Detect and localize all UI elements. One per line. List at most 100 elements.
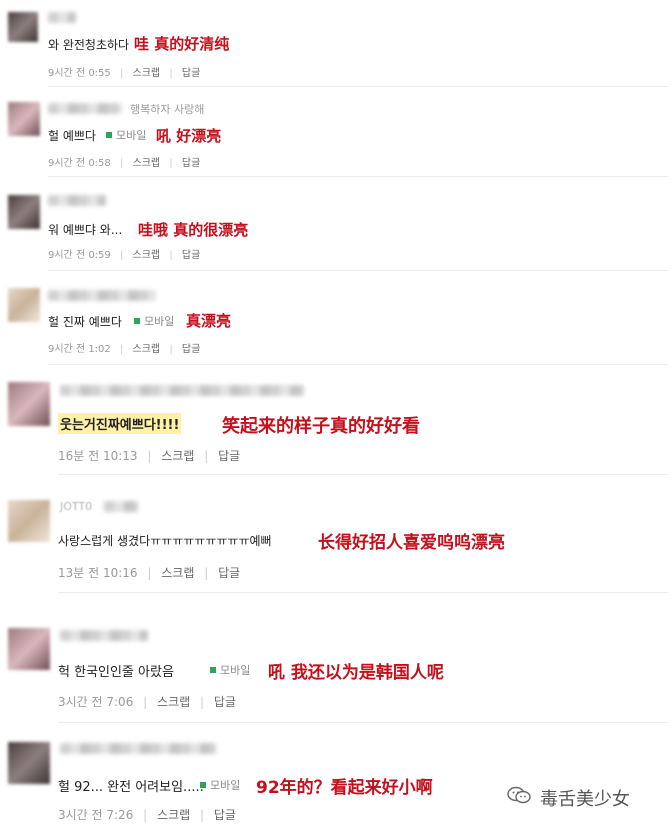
- comment-text: 워 예쁘댜 와...: [48, 223, 123, 237]
- divider: [58, 722, 668, 723]
- comment-text: 헉 한국인인줄 아랐음: [58, 665, 174, 680]
- reply-button[interactable]: 답글: [218, 566, 240, 580]
- separator: |: [143, 808, 148, 822]
- separator: |: [169, 250, 173, 261]
- watermark: 毒舌美少女: [500, 783, 670, 813]
- scrap-button[interactable]: 스크랩: [161, 566, 194, 580]
- username-blurred[interactable]: [60, 385, 304, 396]
- comment-time: 16분 전 10:13: [58, 449, 138, 463]
- scrap-button[interactable]: 스크랩: [133, 344, 161, 355]
- comment-meta: 9시간 전 0:58 | 스크랩 | 답글: [48, 154, 206, 169]
- separator: |: [147, 566, 152, 580]
- comment-time: 9시간 전 0:59: [48, 250, 111, 261]
- scrap-button[interactable]: 스크랩: [157, 808, 190, 822]
- avatar[interactable]: [8, 742, 50, 784]
- reply-button[interactable]: 답글: [182, 158, 200, 169]
- comment-time: 9시간 전 1:02: [48, 344, 111, 355]
- comment-translation: 吼 我还以为是韩国人呢: [268, 663, 444, 683]
- comment-translation: 哇 真的好清纯: [134, 35, 230, 53]
- mobile-dot-icon: [200, 782, 206, 788]
- separator: |: [204, 449, 209, 463]
- separator: |: [169, 158, 173, 169]
- mobile-dot-icon: [210, 667, 216, 673]
- comment-time: 9시간 전 0:58: [48, 158, 111, 169]
- comment-translation: 92年的？看起来好小啊: [256, 778, 433, 798]
- mobile-badge: 모바일: [200, 777, 240, 793]
- avatar[interactable]: [8, 500, 50, 542]
- username-blurred[interactable]: [48, 290, 156, 301]
- divider: [58, 592, 668, 593]
- username-blurred[interactable]: [48, 103, 122, 114]
- mobile-dot-icon: [134, 318, 140, 324]
- mobile-dot-icon: [106, 132, 112, 138]
- comment-text: 헐 진짜 예쁘다: [48, 315, 122, 329]
- separator: |: [143, 695, 148, 709]
- avatar[interactable]: [8, 288, 40, 322]
- mobile-badge: 모바일: [134, 313, 174, 329]
- divider: [48, 176, 668, 177]
- comment-text: 헐 예쁘다: [48, 129, 96, 143]
- avatar[interactable]: [8, 382, 50, 426]
- comment-meta: 9시간 전 1:02 | 스크랩 | 답글: [48, 340, 206, 355]
- comment-time: 9시간 전 0:55: [48, 68, 111, 79]
- reply-button[interactable]: 답글: [214, 695, 236, 709]
- scrap-button[interactable]: 스크랩: [133, 158, 161, 169]
- reply-button[interactable]: 답글: [214, 808, 236, 822]
- divider: [48, 364, 668, 365]
- comment-time: 3시간 전 7:06: [58, 695, 134, 709]
- username-blurred[interactable]: [48, 12, 76, 23]
- reply-button[interactable]: 답글: [218, 449, 240, 463]
- avatar[interactable]: [8, 102, 40, 136]
- divider: [58, 474, 668, 475]
- comment-meta: 9시간 전 0:55 | 스크랩 | 답글: [48, 64, 206, 79]
- scrap-button[interactable]: 스크랩: [133, 250, 161, 261]
- divider: [48, 86, 668, 87]
- separator: |: [169, 344, 173, 355]
- username[interactable]: JOTT0: [60, 500, 92, 513]
- separator: |: [200, 808, 205, 822]
- comment-meta: 3시간 전 7:26 | 스크랩 | 답글: [58, 806, 242, 823]
- wechat-icon: [507, 786, 531, 804]
- avatar[interactable]: [8, 195, 40, 229]
- comment-translation: 长得好招人喜爱呜呜漂亮: [318, 533, 505, 553]
- reply-button[interactable]: 답글: [182, 68, 200, 79]
- comment-translation: 笑起来的样子真的好好看: [222, 416, 420, 437]
- username-blurred[interactable]: [104, 501, 138, 512]
- username-blurred[interactable]: [60, 630, 148, 641]
- avatar[interactable]: [8, 12, 38, 42]
- comment-text: 사랑스럽게 생겼다ㅠㅠㅠㅠㅠㅠㅠㅠㅠ예뻐: [58, 534, 272, 548]
- username-blurred[interactable]: [60, 743, 216, 754]
- watermark-label: 毒舌美少女: [540, 789, 630, 810]
- divider: [48, 270, 668, 271]
- scrap-button[interactable]: 스크랩: [157, 695, 190, 709]
- comment-translation: 吼 好漂亮: [156, 127, 222, 145]
- comment-meta: 16분 전 10:13 | 스크랩 | 답글: [58, 447, 246, 464]
- separator: |: [169, 68, 173, 79]
- separator: |: [200, 695, 205, 709]
- separator: |: [147, 449, 152, 463]
- mobile-badge: 모바일: [210, 662, 250, 678]
- comment-meta: 9시간 전 0:59 | 스크랩 | 답글: [48, 246, 206, 261]
- separator: |: [119, 250, 124, 261]
- username-tagline: 행복하자 사랑해: [130, 103, 205, 116]
- separator: |: [119, 344, 124, 355]
- comment-text: 헐 92... 완전 어려보임.....: [58, 780, 204, 795]
- separator: |: [204, 566, 209, 580]
- comment-time: 3시간 전 7:26: [58, 808, 134, 822]
- scrap-button[interactable]: 스크랩: [161, 449, 194, 463]
- scrap-button[interactable]: 스크랩: [133, 68, 161, 79]
- comment-text: 와 완전청초하다: [48, 38, 130, 52]
- reply-button[interactable]: 답글: [182, 250, 200, 261]
- comment-text: 웃는거진짜예쁘다!!!!: [58, 413, 182, 434]
- comment-meta: 3시간 전 7:06 | 스크랩 | 답글: [58, 693, 242, 710]
- comment-translation: 真漂亮: [186, 312, 232, 330]
- comment-time: 13분 전 10:16: [58, 566, 138, 580]
- separator: |: [119, 68, 124, 79]
- comment-meta: 13분 전 10:16 | 스크랩 | 답글: [58, 564, 246, 581]
- username-blurred[interactable]: [48, 195, 106, 206]
- separator: |: [119, 158, 124, 169]
- avatar[interactable]: [8, 628, 50, 670]
- reply-button[interactable]: 답글: [182, 344, 200, 355]
- comment-translation: 哇哦 真的很漂亮: [138, 221, 249, 239]
- mobile-badge: 모바일: [106, 127, 146, 143]
